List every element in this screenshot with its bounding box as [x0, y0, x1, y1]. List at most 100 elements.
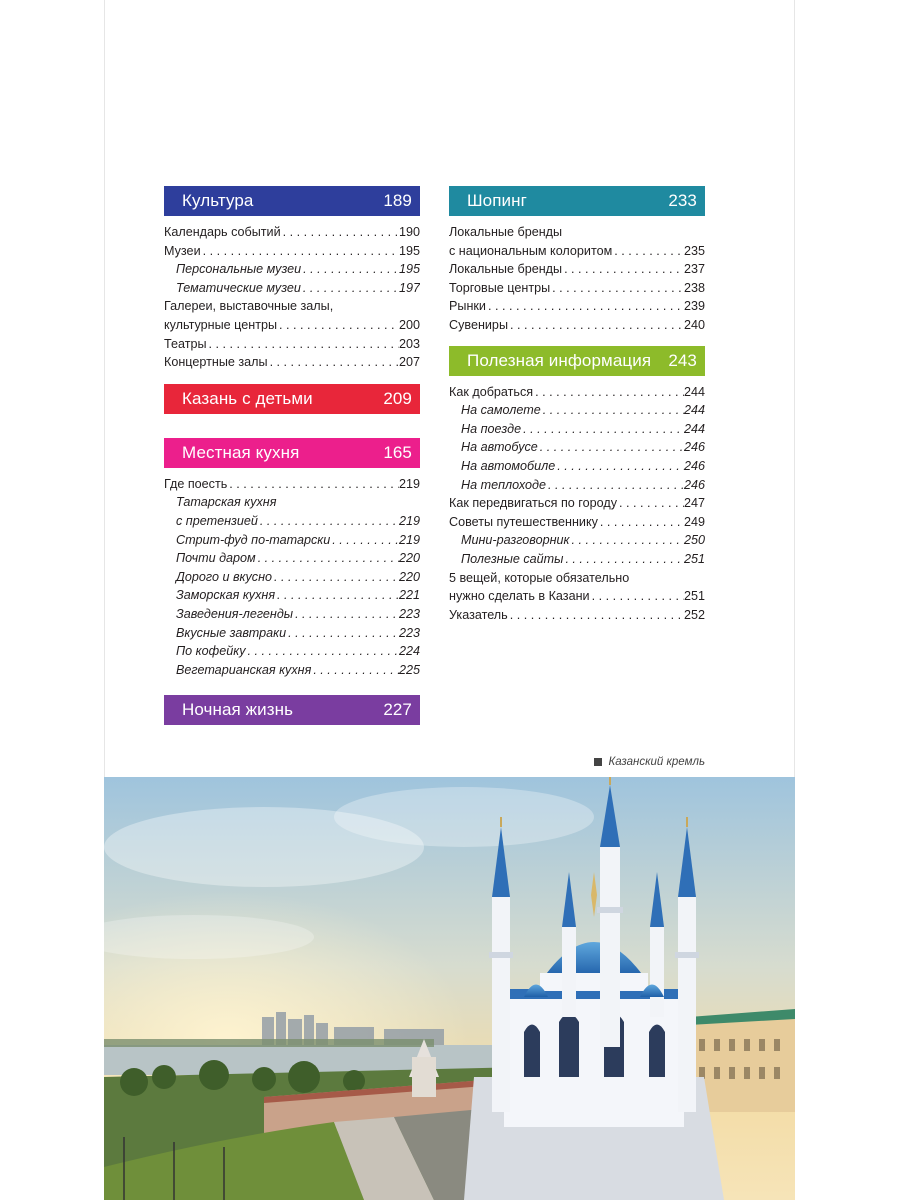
- dot-leader: [311, 661, 399, 680]
- section-header-cuisine[interactable]: Местная кухня 165: [164, 437, 420, 468]
- toc-entry[interactable]: культурные центры 200: [164, 316, 420, 335]
- toc-entry-title: Заведения-легенды: [176, 606, 294, 621]
- toc-entry[interactable]: с национальным колоритом 235: [449, 242, 705, 261]
- toc-entry[interactable]: Календарь событий 190: [164, 223, 420, 242]
- toc-entry-page: 246: [683, 440, 705, 455]
- section-header-culture[interactable]: Культура 189: [164, 186, 420, 216]
- section-page: 227: [383, 700, 412, 720]
- toc-entry[interactable]: Заведения-легенды 223: [164, 605, 420, 624]
- toc-entry[interactable]: нужно сделать в Казани 251: [449, 587, 705, 606]
- toc-entry-page: 238: [683, 280, 705, 295]
- toc-entry-page: 195: [398, 243, 420, 258]
- dot-leader: [256, 549, 399, 568]
- entries-shopping: Локальные бренды с национальным колоритом…: [449, 216, 705, 335]
- toc-entry[interactable]: Как передвигаться по городу 247: [449, 494, 705, 513]
- toc-entry-page: 246: [683, 458, 705, 473]
- toc-entry-page: 203: [398, 336, 420, 351]
- toc-entry-title: На автомобиле: [461, 458, 556, 473]
- toc-entry-title: Локальные бренды: [449, 262, 563, 277]
- toc-entry[interactable]: Торговые центры 238: [449, 279, 705, 298]
- toc-entry-page: 250: [683, 533, 705, 548]
- dot-leader: [301, 260, 399, 279]
- toc-entry-title: Стрит-фуд по-татарски: [176, 532, 331, 547]
- section-page: 165: [383, 442, 412, 462]
- toc-entry[interactable]: Заморская кухня 221: [164, 586, 420, 605]
- toc-entry[interactable]: Дорого и вкусно 220: [164, 568, 420, 587]
- toc-entry[interactable]: Мини-разговорник 250: [449, 531, 705, 550]
- toc-entry[interactable]: Советы путешественнику 249: [449, 513, 705, 532]
- toc-entry-title: нужно сделать в Казани: [449, 589, 590, 604]
- section-header-kids[interactable]: Казань с детьми 209: [164, 383, 420, 414]
- section-header-info[interactable]: Полезная информация 243: [449, 345, 705, 376]
- section-page: 243: [668, 350, 697, 370]
- toc-entry[interactable]: По кофейку 224: [164, 642, 420, 661]
- toc-entry-title: Персональные музеи: [176, 262, 302, 277]
- toc-entry-title: Как добраться: [449, 384, 534, 399]
- toc-entry-page: 207: [398, 355, 420, 370]
- toc-entry[interactable]: Персональные музеи 195: [164, 260, 420, 279]
- toc-entry-page: 244: [683, 403, 705, 418]
- toc-entry[interactable]: На поезде 244: [449, 420, 705, 439]
- toc-entry-title: Заморская кухня: [176, 588, 276, 603]
- toc-entry-title: Дорого и вкусно: [176, 569, 273, 584]
- toc-entry-title: По кофейку: [176, 644, 246, 659]
- toc-entry-page: 249: [683, 514, 705, 529]
- dot-leader: [272, 568, 399, 587]
- toc-entry[interactable]: Концертные залы 207: [164, 353, 420, 372]
- toc-entry-page: 244: [683, 421, 705, 436]
- dot-leader: [617, 494, 684, 513]
- dot-leader: [227, 475, 399, 494]
- dot-leader: [533, 383, 684, 402]
- toc-entry-title: Календарь событий: [164, 225, 281, 239]
- toc-entry[interactable]: На самолете 244: [449, 401, 705, 420]
- toc-entry-title: с национальным колоритом: [449, 243, 613, 258]
- toc-entry-title: Указатель: [449, 607, 508, 622]
- toc-entry[interactable]: с претензией 219: [164, 512, 420, 531]
- toc-entry-title: На теплоходе: [461, 477, 546, 492]
- toc-entry[interactable]: Стрит-фуд по-татарски 219: [164, 531, 420, 550]
- toc-entry[interactable]: На автобусе 246: [449, 438, 705, 457]
- dot-leader: [275, 586, 399, 605]
- toc-entry-title: На автобусе: [461, 440, 538, 455]
- toc-entry[interactable]: Указатель 252: [449, 606, 705, 625]
- toc-entry[interactable]: На автомобиле 246: [449, 457, 705, 476]
- toc-entry[interactable]: Вегетарианская кухня 225: [164, 661, 420, 680]
- toc-entry-page: 246: [683, 477, 705, 492]
- toc-entry[interactable]: Тематические музеи 197: [164, 279, 420, 298]
- toc-entry-page: 220: [398, 569, 420, 584]
- toc-entry[interactable]: Музеи 195: [164, 242, 420, 261]
- toc-entry-page: 251: [683, 589, 705, 604]
- toc-entry[interactable]: Полезные сайты 251: [449, 550, 705, 569]
- toc-entry-line: Татарская кухня: [176, 495, 277, 510]
- toc-entry[interactable]: Как добраться 244: [449, 383, 705, 402]
- toc-entry-title: Вкусные завтраки: [176, 625, 287, 640]
- entries-info: Как добраться 244 На самолете 244 На поезде 2…: [449, 376, 705, 625]
- section-title: Местная кухня: [182, 442, 300, 462]
- toc-entry[interactable]: Вкусные завтраки 223: [164, 624, 420, 643]
- toc-entry[interactable]: Рынки 239: [449, 297, 705, 316]
- toc-entry[interactable]: На теплоходе 246: [449, 476, 705, 495]
- dot-leader: [293, 605, 399, 624]
- section-header-shopping[interactable]: Шопинг 233: [449, 186, 705, 216]
- toc-entry-page: 239: [683, 299, 705, 314]
- toc-entry[interactable]: Сувениры 240: [449, 316, 705, 335]
- caption-text: Казанский кремль: [608, 756, 705, 768]
- toc-entry[interactable]: Почти даром 220: [164, 549, 420, 568]
- section-header-nightlife[interactable]: Ночная жизнь 227: [164, 695, 420, 726]
- dot-leader: [521, 420, 684, 439]
- toc-entry-page: 237: [683, 262, 705, 277]
- kazan-kremlin-photo: [104, 777, 795, 1200]
- dot-leader: [538, 438, 684, 457]
- toc-entry[interactable]: Локальные бренды 237: [449, 260, 705, 279]
- toc-entry-page: 220: [398, 551, 420, 566]
- toc-entry[interactable]: Где поесть 219: [164, 475, 420, 494]
- toc-entry-page: 197: [398, 280, 420, 295]
- dot-leader: [612, 242, 684, 261]
- dot-leader: [258, 512, 399, 531]
- dot-leader: [207, 335, 399, 354]
- toc-entry-title: с претензией: [176, 513, 258, 528]
- toc-entry[interactable]: Театры 203: [164, 335, 420, 354]
- toc-entry-page: 247: [683, 496, 705, 511]
- toc-entry-line: Галереи, выставочные залы,: [164, 299, 334, 314]
- toc-entry-title: культурные центры: [164, 317, 278, 332]
